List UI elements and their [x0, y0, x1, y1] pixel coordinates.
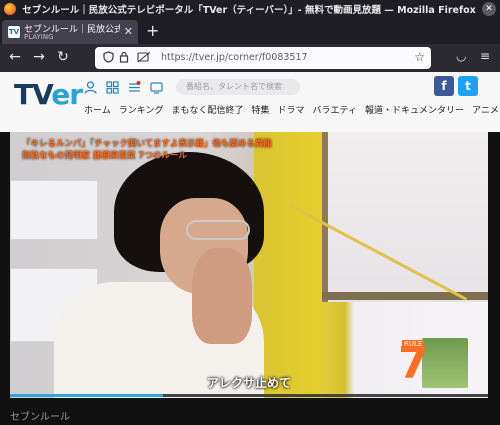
navigation-toolbar: ← → ↻ https://tver.jp/corner/f0083517 ☆ …	[0, 44, 500, 72]
video-subtitle: アレクサ止めて	[206, 376, 291, 390]
menu-item-featured[interactable]: 特集	[251, 103, 269, 116]
tver-logo[interactable]: TVer	[14, 78, 83, 111]
search-input[interactable]: 番組名、タレント名で検索	[176, 79, 300, 95]
page-content: TVer 番組名、タレント名で検索 f t ホーム ランキング まもなく配信終了…	[0, 72, 500, 425]
firefox-logo-icon	[4, 3, 16, 15]
tv-icon[interactable]	[150, 81, 163, 94]
glasses	[186, 220, 250, 240]
tab-tver[interactable]: TV セブンルール｜民放公式テレビ PLAYING ✕	[2, 20, 138, 44]
tab-close-icon[interactable]: ✕	[124, 25, 133, 38]
menu-item-variety[interactable]: バラエティ	[313, 103, 357, 116]
tab-playing-status: PLAYING	[24, 33, 54, 41]
video-progress-fill	[10, 394, 163, 397]
user-icon[interactable]	[84, 81, 97, 94]
list-icon[interactable]	[128, 81, 141, 94]
back-button[interactable]: ←	[6, 49, 24, 65]
badge-label: RULE	[402, 340, 425, 348]
new-tab-button[interactable]: +	[146, 21, 159, 40]
storage-shelf	[10, 180, 98, 240]
video-caption-top: 「キレるルンバ」「チャック開いてますよ表示器」他も認める異能 無駄なもの発明家 …	[22, 138, 272, 162]
video-player[interactable]: 「キレるルンバ」「チャック開いてますよ表示器」他も認める異能 無駄なもの発明家 …	[10, 132, 488, 398]
caption-line-1: 「キレるルンバ」「チャック開いてますよ表示器」他も認める異能	[22, 139, 272, 149]
menu-item-news-documentary[interactable]: 報道・ドキュメンタリー	[365, 103, 464, 116]
shield-icon[interactable]	[103, 51, 114, 63]
tab-strip: TV セブンルール｜民放公式テレビ PLAYING ✕ +	[0, 18, 500, 44]
forward-button[interactable]: →	[30, 49, 48, 65]
lock-icon[interactable]	[119, 51, 129, 63]
menu-item-ranking[interactable]: ランキング	[119, 103, 164, 116]
menu-item-drama[interactable]: ドラマ	[278, 103, 305, 116]
program-title-below: セブンルール	[10, 412, 70, 423]
bookmark-star-icon[interactable]: ☆	[414, 50, 425, 64]
caption-line-2: 無駄なもの発明家 藤原麻里菜 7つのルール	[22, 151, 187, 161]
facebook-icon[interactable]: f	[434, 76, 454, 96]
menu-item-ending-soon[interactable]: まもなく配信終了	[171, 103, 243, 116]
menu-item-anime[interactable]: アニメ	[472, 103, 499, 116]
tver-favicon-icon: TV	[8, 26, 20, 38]
window-close-button[interactable]: ✕	[482, 2, 496, 16]
pocket-icon[interactable]: ◡	[456, 49, 466, 63]
menu-item-home[interactable]: ホーム	[84, 103, 111, 116]
url-bar[interactable]: https://tver.jp/corner/f0083517 ☆	[95, 47, 431, 69]
autoplay-blocked-icon[interactable]	[137, 51, 151, 63]
yellow-wall	[254, 132, 322, 398]
window-titlebar: セブンルール｜民放公式テレビポータル「TVer（ティーバー）」- 無料で動画見放…	[0, 0, 500, 18]
grid-icon[interactable]	[106, 81, 119, 94]
site-header: TVer 番組名、タレント名で検索 f t ホーム ランキング まもなく配信終了…	[0, 72, 500, 132]
window-scene	[322, 132, 488, 302]
reload-button[interactable]: ↻	[54, 49, 72, 65]
person-hands	[192, 248, 252, 344]
video-progress-bar[interactable]	[10, 394, 488, 397]
window-title: セブンルール｜民放公式テレビポータル「TVer（ティーバー）」- 無料で動画見放…	[22, 5, 476, 16]
twitter-icon[interactable]: t	[458, 76, 478, 96]
app-menu-icon[interactable]: ≡	[480, 49, 490, 63]
url-text[interactable]: https://tver.jp/corner/f0083517	[161, 52, 308, 63]
site-menu: ホーム ランキング まもなく配信終了 特集 ドラマ バラエティ 報道・ドキュメン…	[84, 103, 499, 116]
